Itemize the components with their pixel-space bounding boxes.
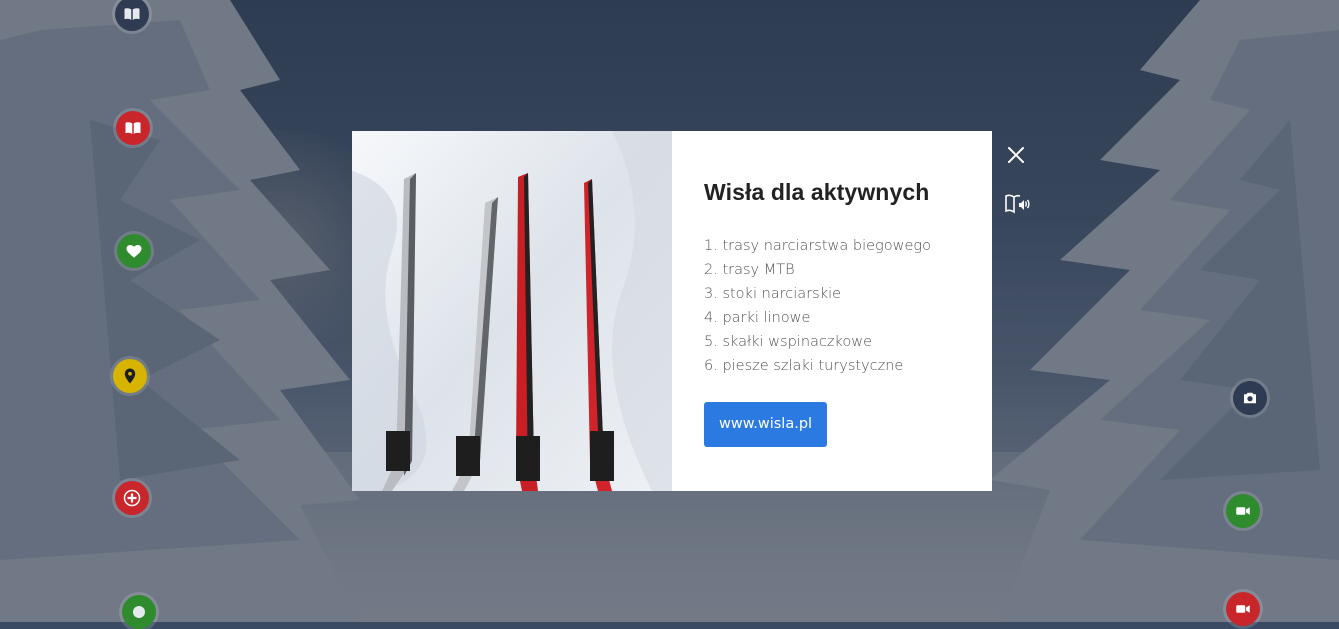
info-modal: Wisła dla aktywnych 1. trasy narciarstwa…	[352, 131, 992, 491]
skis-photo	[352, 131, 672, 491]
close-icon	[1008, 147, 1024, 163]
camera-icon	[1244, 392, 1256, 404]
circle-hotspot[interactable]	[122, 595, 156, 629]
list-item: 6. piesze szlaki turystyczne	[704, 358, 904, 374]
camera-hotspot[interactable]	[1233, 381, 1267, 415]
audio-guide-button[interactable]	[1004, 191, 1030, 217]
modal-title: Wisła dla aktywnych	[704, 179, 930, 205]
website-link-button[interactable]: www.wisla.pl	[704, 402, 828, 447]
activities-list: 1. trasy narciarstwa biegowego 2. trasy …	[704, 234, 960, 378]
list-item: 1. trasy narciarstwa biegowego	[704, 238, 931, 254]
heart-hotspot[interactable]	[117, 234, 151, 268]
list-item: 5. skałki wspinaczkowe	[704, 334, 873, 350]
audio-book-icon	[1005, 194, 1030, 214]
list-item: 4. parki linowe	[704, 310, 811, 326]
list-item: 2. trasy MTB	[704, 262, 795, 278]
close-button[interactable]	[1004, 143, 1028, 167]
circle-icon	[133, 606, 145, 618]
video-hotspot-green[interactable]	[1226, 494, 1260, 528]
map-pin-icon	[124, 368, 136, 384]
book-hotspot[interactable]	[116, 111, 150, 145]
modal-content: Wisła dla aktywnych 1. trasy narciarstwa…	[672, 131, 992, 491]
book-icon	[124, 8, 140, 20]
book-icon	[125, 122, 141, 134]
plus-hotspot[interactable]	[115, 481, 149, 515]
list-item: 3. stoki narciarskie	[704, 286, 842, 302]
video-hotspot-red[interactable]	[1226, 592, 1260, 626]
heart-icon	[126, 245, 142, 258]
map-pin-hotspot[interactable]	[113, 359, 147, 393]
skis-illustration	[352, 131, 672, 491]
video-icon	[1236, 507, 1250, 515]
video-icon	[1236, 605, 1250, 613]
plus-icon	[123, 489, 141, 507]
